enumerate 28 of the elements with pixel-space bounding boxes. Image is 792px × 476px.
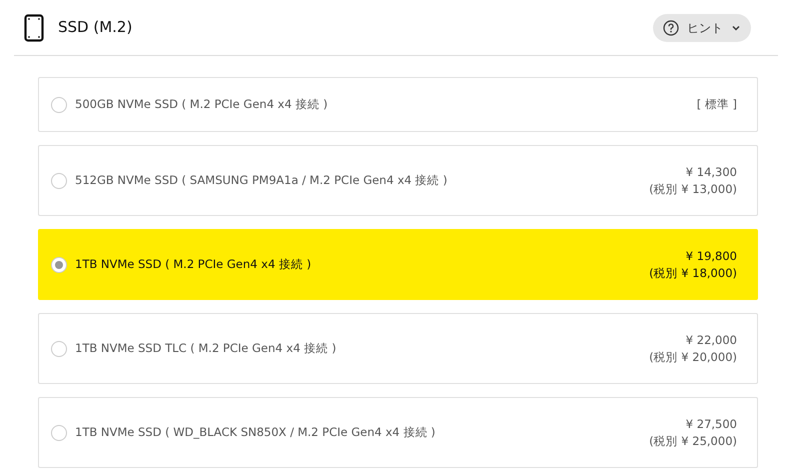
option-label: 512GB NVMe SSD ( SAMSUNG PM9A1a / M.2 PCIe Gen4 x4 接続 ) <box>75 172 448 189</box>
price: ¥ 22,000 <box>686 332 737 348</box>
ssd-icon <box>24 14 44 42</box>
option-card[interactable]: 512GB NVMe SSD ( SAMSUNG PM9A1a / M.2 PCIe Gen4 x4 接続 ) ¥ 14,300 (税別 ¥ 13,000) <box>38 145 758 216</box>
radio-button[interactable] <box>51 424 67 440</box>
option-label: 500GB NVMe SSD ( M.2 PCIe Gen4 x4 接続 ) <box>75 96 328 113</box>
option-label: 1TB NVMe SSD ( WD_BLACK SN850X / M.2 PCIe Gen4 x4 接続 ) <box>75 424 436 441</box>
radio-button[interactable] <box>51 96 67 112</box>
price-excluding-tax: (税別 ¥ 20,000) <box>649 348 737 366</box>
radio-button[interactable] <box>51 172 67 188</box>
help-icon <box>663 20 679 36</box>
price-excluding-tax: (税別 ¥ 18,000) <box>649 264 737 282</box>
price-excluding-tax: (税別 ¥ 13,000) <box>649 180 737 198</box>
option-label: 1TB NVMe SSD TLC ( M.2 PCIe Gen4 x4 接続 ) <box>75 340 336 357</box>
hint-button[interactable]: ヒント <box>653 14 751 42</box>
price: ¥ 27,500 <box>686 416 737 432</box>
option-card[interactable]: 1TB NVMe SSD ( M.2 PCIe Gen4 x4 接続 ) ¥ 19,800 (税別 ¥ 18,000) <box>38 229 758 300</box>
radio-button[interactable] <box>51 256 67 272</box>
section-title: SSD (M.2) <box>58 17 132 38</box>
option-card[interactable]: 1TB NVMe SSD ( WD_BLACK SN850X / M.2 PCIe Gen4 x4 接続 ) ¥ 27,500 (税別 ¥ 25,000) <box>38 397 758 468</box>
price: ¥ 19,800 <box>686 248 737 264</box>
option-label: 1TB NVMe SSD ( M.2 PCIe Gen4 x4 接続 ) <box>75 256 312 273</box>
price-excluding-tax: (税別 ¥ 25,000) <box>649 432 737 450</box>
price: ¥ 14,300 <box>686 164 737 180</box>
option-card[interactable]: 1TB NVMe SSD TLC ( M.2 PCIe Gen4 x4 接続 ) ¥ 22,000 (税別 ¥ 20,000) <box>38 313 758 384</box>
price: [ 標準 ] <box>696 96 737 113</box>
radio-button[interactable] <box>51 340 67 356</box>
option-card[interactable]: 500GB NVMe SSD ( M.2 PCIe Gen4 x4 接続 ) [ 標準 ] <box>38 77 758 132</box>
